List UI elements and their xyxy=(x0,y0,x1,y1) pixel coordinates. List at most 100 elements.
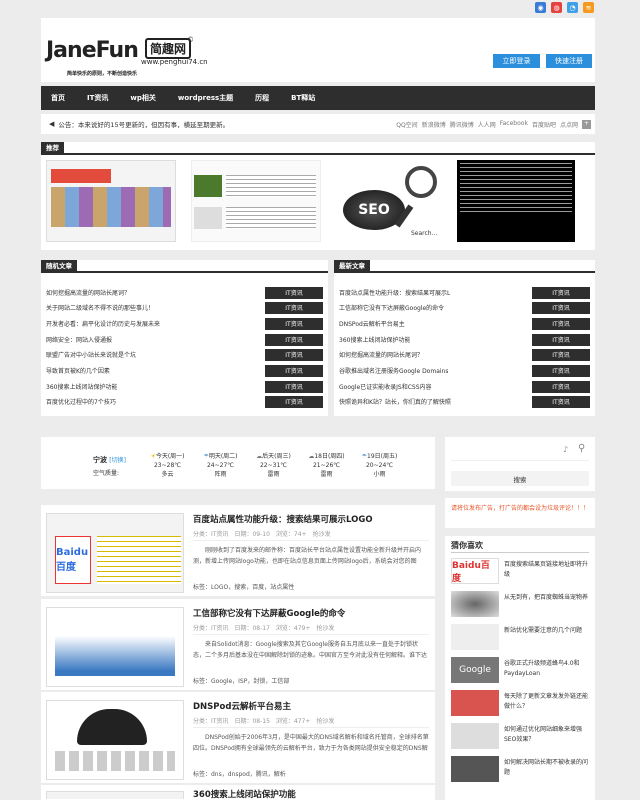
item-title[interactable]: 百度优化过程中的7个技巧 xyxy=(46,397,116,406)
list-item[interactable]: 如何挖掘高流量的网站长尾词？ IT资讯 xyxy=(46,285,323,300)
register-button[interactable]: 快速注册 xyxy=(546,54,592,68)
nav-it[interactable]: IT资讯 xyxy=(76,86,119,110)
logo-cn[interactable]: 简趣网 xyxy=(145,38,192,59)
tencent-icon[interactable]: ◔ xyxy=(567,2,578,13)
weibo-icon[interactable]: ◍ xyxy=(551,2,562,13)
share-tweibo[interactable]: 腾讯微博 xyxy=(450,120,474,129)
item-title[interactable]: 谷歌正式升级频道蜂鸟4.0和PaydayLoan xyxy=(504,659,590,679)
item-title[interactable]: 如何通过优化网站细象来增强SEO效果？ xyxy=(504,725,590,745)
logo-text[interactable]: JaneFun xyxy=(46,38,139,63)
post-category[interactable]: 分类：IT资讯 xyxy=(193,531,228,538)
share-diandian[interactable]: 点点网 xyxy=(560,120,578,129)
list-item[interactable]: 360搜索上线闭站保护功能 IT资讯 xyxy=(339,332,590,347)
post-title[interactable]: 百度站点属性功能升级：搜索结果可展示LOGO xyxy=(193,513,373,525)
nav-home[interactable]: 首页 xyxy=(41,86,76,110)
item-category[interactable]: IT资讯 xyxy=(532,380,590,393)
post-thumbnail[interactable] xyxy=(46,791,184,799)
item-category[interactable]: IT资讯 xyxy=(265,380,323,393)
post-thumbnail[interactable] xyxy=(46,607,184,687)
item-title[interactable]: 百度搜索结果页链接地址即将升级 xyxy=(504,560,590,580)
post-comments[interactable]: 抢沙发 xyxy=(316,625,334,632)
item-title[interactable]: 网络安全：网站入侵通报 xyxy=(46,335,112,344)
list-item[interactable]: 谷歌推出域名注册服务Google Domains IT资讯 xyxy=(339,363,590,378)
featured-image-seo[interactable]: SEO Search... xyxy=(331,160,461,242)
login-button[interactable]: 立即登录 xyxy=(493,54,540,68)
item-title[interactable]: 快照诡异和K站？站长，你们真的了解快照 xyxy=(339,397,451,406)
list-item[interactable]: 新站优化需要注意的几个问题 xyxy=(451,624,591,650)
item-title[interactable]: 百度站点属性功能升级：搜索结果可展示L xyxy=(339,288,450,297)
list-item[interactable]: 如何解决网站长期不被收录的问题 xyxy=(451,756,591,782)
list-item[interactable]: 快照诡异和K站？站长，你们真的了解快照 IT资讯 xyxy=(339,394,590,409)
search-input[interactable] xyxy=(451,443,589,461)
item-category[interactable]: IT资讯 xyxy=(265,317,323,330)
mic-icon[interactable]: ♪ xyxy=(563,445,568,454)
list-item[interactable]: Google 谷歌正式升级频道蜂鸟4.0和PaydayLoan xyxy=(451,657,591,683)
item-category[interactable]: IT资讯 xyxy=(532,348,590,361)
item-title[interactable]: Google已证实能收录JS和CSS内容 xyxy=(339,382,432,391)
item-category[interactable]: IT资讯 xyxy=(532,317,590,330)
share-weibo[interactable]: 新浪微博 xyxy=(422,120,446,129)
item-title[interactable]: 如何解决网站长期不被收录的问题 xyxy=(504,758,590,778)
item-title[interactable]: 关于网站二级域名不得不说的那些事儿！ xyxy=(46,303,154,312)
list-item[interactable]: 如何通过优化网站细象来增强SEO效果？ xyxy=(451,723,591,749)
share-tieba[interactable]: 百度贴吧 xyxy=(532,120,556,129)
featured-image-terminal[interactable] xyxy=(457,160,575,242)
post-thumbnail[interactable]: Baidu百度 xyxy=(46,513,184,593)
post-category[interactable]: 分类：IT资讯 xyxy=(193,718,228,725)
post-comments[interactable]: 抢沙发 xyxy=(316,718,334,725)
weather-switch-link[interactable]: [切换] xyxy=(109,457,126,464)
qq-icon[interactable]: ◉ xyxy=(535,2,546,13)
post-thumbnail[interactable] xyxy=(46,700,184,780)
item-category[interactable]: IT资讯 xyxy=(265,333,323,346)
nav-wp[interactable]: wp相关 xyxy=(119,86,166,110)
list-item[interactable]: 工信部称它没有下达屏蔽Google的命令 IT资讯 xyxy=(339,300,590,315)
list-item[interactable]: Baidu百度 百度搜索结果页链接地址即将升级 xyxy=(451,558,591,584)
list-item[interactable]: 百度优化过程中的7个技巧 IT资讯 xyxy=(46,394,323,409)
list-item[interactable]: 导致首页被K的几个因素 IT资讯 xyxy=(46,363,323,378)
search-button[interactable]: 搜索 xyxy=(451,471,589,486)
more-share-icon[interactable]: + xyxy=(581,119,591,129)
list-item[interactable]: 百度站点属性功能升级：搜索结果可展示L IT资讯 xyxy=(339,285,590,300)
share-qzone[interactable]: QQ空间 xyxy=(396,120,417,129)
list-item[interactable]: 如何挖掘高流量的网站长尾词？ IT资讯 xyxy=(339,347,590,362)
item-title[interactable]: 开发者必看：扁平化设计的历史与发展未来 xyxy=(46,319,160,328)
share-facebook[interactable]: Facebook xyxy=(500,120,528,129)
item-title[interactable]: 每天除了更新文章发发外链还能做什么？ xyxy=(504,692,590,712)
share-renren[interactable]: 人人网 xyxy=(478,120,496,129)
list-item[interactable]: 每天除了更新文章发发外链还能做什么？ xyxy=(451,690,591,716)
list-item[interactable]: 关于网站二级域名不得不说的那些事儿！ IT资讯 xyxy=(46,300,323,315)
search-icon[interactable]: ⚲ xyxy=(578,443,585,454)
item-title[interactable]: 新站优化需要注意的几个问题 xyxy=(504,626,590,636)
item-category[interactable]: IT资讯 xyxy=(265,348,323,361)
item-title[interactable]: 谷歌推出域名注册服务Google Domains xyxy=(339,366,448,375)
item-category[interactable]: IT资讯 xyxy=(265,364,323,377)
item-category[interactable]: IT资讯 xyxy=(532,301,590,314)
post-title[interactable]: 工信部称它没有下达屏蔽Google的命令 xyxy=(193,607,345,619)
list-item[interactable]: 联盟广告对中小站长来说就是个坑 IT资讯 xyxy=(46,347,323,362)
item-title[interactable]: 从无到有，把百度蜘蛛当宠物养 xyxy=(504,593,590,603)
item-title[interactable]: 联盟广告对中小站长来说就是个坑 xyxy=(46,350,136,359)
list-item[interactable]: DNSPod云解析平台易主 IT资讯 xyxy=(339,316,590,331)
item-category[interactable]: IT资讯 xyxy=(532,395,590,408)
featured-image-1[interactable] xyxy=(46,160,176,242)
list-item[interactable]: 网络安全：网站入侵通报 IT资讯 xyxy=(46,332,323,347)
item-title[interactable]: 如何挖掘高流量的网站长尾词？ xyxy=(339,350,423,359)
item-title[interactable]: 360搜索上线闭站保护功能 xyxy=(46,382,117,391)
nav-theme[interactable]: wordpress主题 xyxy=(167,86,244,110)
list-item[interactable]: 开发者必看：扁平化设计的历史与发展未来 IT资讯 xyxy=(46,316,323,331)
item-title[interactable]: 360搜索上线闭站保护功能 xyxy=(339,335,410,344)
item-category[interactable]: IT资讯 xyxy=(532,364,590,377)
item-title[interactable]: 导致首页被K的几个因素 xyxy=(46,366,110,375)
list-item[interactable]: 从无到有，把百度蜘蛛当宠物养 xyxy=(451,591,591,617)
item-title[interactable]: 如何挖掘高流量的网站长尾词？ xyxy=(46,288,130,297)
post-title[interactable]: 360搜索上线闭站保护功能 xyxy=(193,788,296,800)
nav-history[interactable]: 历程 xyxy=(244,86,280,110)
post-comments[interactable]: 抢沙发 xyxy=(313,531,331,538)
post-title[interactable]: DNSPod云解析平台易主 xyxy=(193,700,291,712)
item-category[interactable]: IT资讯 xyxy=(532,333,590,346)
list-item[interactable]: Google已证实能收录JS和CSS内容 IT资讯 xyxy=(339,379,590,394)
item-category[interactable]: IT资讯 xyxy=(265,395,323,408)
item-category[interactable]: IT资讯 xyxy=(265,301,323,314)
nav-bt[interactable]: BT释站 xyxy=(280,86,326,110)
item-category[interactable]: IT资讯 xyxy=(532,286,590,299)
